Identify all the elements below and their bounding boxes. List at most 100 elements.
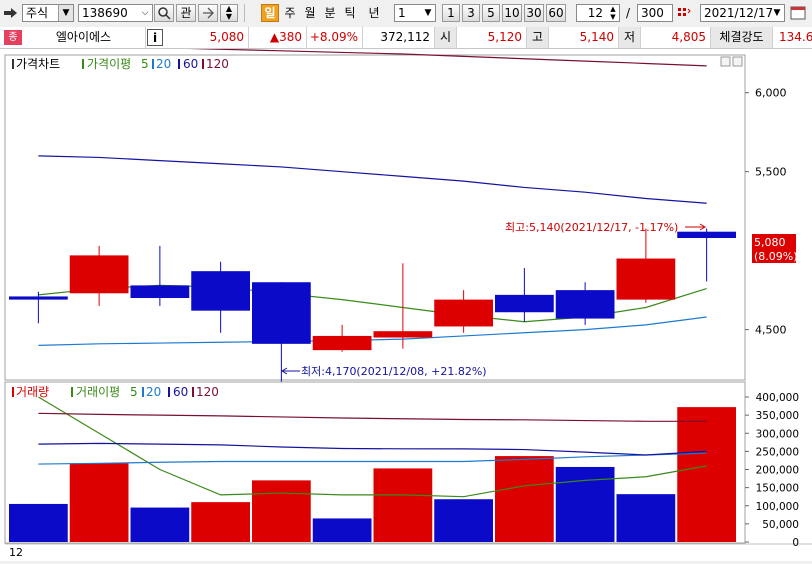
strength-value: 134.6 <box>779 30 812 44</box>
volume-bar <box>555 466 615 542</box>
high-annotation: 최고:5,140(2021/12/17, -1.17%) <box>505 221 706 234</box>
info-button[interactable]: i <box>147 29 163 46</box>
legend-marker <box>12 59 14 69</box>
chevron-down-icon[interactable]: ▼ <box>770 5 784 21</box>
price-axis-ticks: 6,000 5,500 4,500 <box>745 87 787 337</box>
count-input[interactable]: 12 ▲ ▼ <box>576 4 620 22</box>
count-value: 12 <box>587 6 603 20</box>
menu-arrow-icon[interactable] <box>2 4 20 22</box>
grid-settings-icon[interactable] <box>676 4 692 22</box>
price-tick-label: 6,000 <box>755 87 787 100</box>
count-slash: / <box>625 6 631 20</box>
candle-body <box>130 285 190 299</box>
candle-body <box>434 299 493 327</box>
price-tag-value: 5,080 <box>754 236 786 249</box>
strength-label: 체결강도 <box>711 27 773 48</box>
code-value: 138690 <box>82 6 128 20</box>
legend-marker <box>192 387 194 397</box>
price-legend-ma20: 20 <box>156 57 171 71</box>
separator <box>244 4 245 22</box>
link-icon <box>203 7 214 19</box>
low-label: 저 <box>619 27 641 48</box>
candle-body <box>9 296 68 300</box>
period-month-button[interactable]: 월 <box>301 4 319 22</box>
volume-bar <box>9 503 68 542</box>
period-tick-button[interactable]: 틱 <box>341 4 359 22</box>
volume-tick-label: 250,000 <box>756 446 799 458</box>
candle-body <box>252 282 311 344</box>
price-tag-pct: (8.09%) <box>754 250 798 263</box>
interval-value: 1 <box>398 6 406 20</box>
price-volume-chart[interactable]: 6,000 5,500 4,500 400,000 350,000 300,000 250… <box>0 44 812 561</box>
volume-bar <box>312 518 372 542</box>
volume-bar <box>69 463 129 542</box>
price-legend: 가격차트 가격이평 5 20 60 120 <box>12 57 229 71</box>
volume-tick-label: 150,000 <box>756 483 799 495</box>
volume-bar <box>616 494 676 542</box>
legend-marker <box>178 59 180 69</box>
volume-tick-label: 400,000 <box>756 392 799 404</box>
low-annotation: 최저:4,170(2021/12/08, +21.82%) <box>281 365 487 378</box>
volume-bar <box>373 468 433 542</box>
period-day-button[interactable]: 일 <box>261 4 279 22</box>
candle-body <box>616 258 676 300</box>
candle-body <box>69 255 129 294</box>
interval-5-button[interactable]: 5 <box>482 4 500 22</box>
date-input[interactable]: 2021/12/17 ▼ <box>700 4 785 22</box>
stepper-button[interactable]: ▲ ▼ <box>220 4 238 22</box>
price-legend-title: 가격차트 <box>16 57 60 71</box>
candle-body <box>495 294 554 313</box>
volume-bar <box>130 507 190 542</box>
candle-body <box>312 335 372 351</box>
volume-legend-ma20: 20 <box>146 385 161 399</box>
volume-bar <box>495 456 554 542</box>
link-button[interactable] <box>198 4 218 22</box>
interval-3-button[interactable]: 3 <box>462 4 480 22</box>
market-value: 주식 <box>26 6 49 20</box>
period-year-button[interactable]: 년 <box>363 4 385 22</box>
chevron-down-icon[interactable]: ▼ <box>421 5 435 21</box>
high-label: 고 <box>527 27 549 48</box>
legend-marker <box>142 387 144 397</box>
chart-area: 6,000 5,500 4,500 400,000 350,000 300,000 250… <box>0 44 812 561</box>
candle-body <box>191 271 250 311</box>
period-minute-button[interactable]: 분 <box>321 4 339 22</box>
volume-bar <box>252 480 311 542</box>
legend-marker <box>82 59 84 69</box>
open-label: 시 <box>435 27 457 48</box>
interval-1-button[interactable]: 1 <box>442 4 460 22</box>
volume-legend-ma120: 120 <box>196 385 219 399</box>
date-value: 2021/12/17 <box>704 6 774 20</box>
close-icon[interactable] <box>732 56 743 67</box>
code-input[interactable]: 138690 ⌵ <box>78 4 153 22</box>
max-count-input[interactable]: 300 <box>637 4 673 22</box>
interval-60-button[interactable]: 60 <box>546 4 566 22</box>
interval-10-button[interactable]: 10 <box>502 4 522 22</box>
legend-marker <box>71 387 73 397</box>
market-select[interactable]: 주식 ▼ <box>22 4 74 22</box>
candle-body <box>677 231 736 239</box>
quote-bar: 종 엘아이에스 i 5,080 ▲380 +8.09% 372,112 시 5,… <box>0 27 812 49</box>
volume-legend-ma5: 5 <box>130 385 138 399</box>
high-value: 5,140 <box>549 27 619 48</box>
interest-button[interactable]: 관 <box>176 4 196 22</box>
interval-select[interactable]: 1 ▼ <box>394 4 436 22</box>
interval-30-button[interactable]: 30 <box>524 4 544 22</box>
stepper-icon[interactable]: ▲ ▼ <box>607 5 619 21</box>
stock-name: 엘아이에스 <box>22 27 146 48</box>
candle-body <box>373 331 433 338</box>
maximize-icon[interactable] <box>720 56 731 67</box>
chevron-down-icon[interactable]: ▼ <box>58 5 73 21</box>
calendar-icon[interactable] <box>789 4 807 22</box>
search-button[interactable] <box>154 4 174 22</box>
volume-tick-label: 100,000 <box>756 501 799 513</box>
stock-badge: 종 <box>4 30 22 45</box>
chevron-down-icon[interactable]: ⌵ <box>138 5 152 21</box>
change-percent: +8.09% <box>307 27 363 48</box>
legend-marker <box>12 387 14 397</box>
price-legend-ma120: 120 <box>206 57 229 71</box>
price-change: ▲380 <box>249 27 307 48</box>
volume-tick-label: 0 <box>792 537 799 549</box>
legend-marker <box>168 387 170 397</box>
period-week-button[interactable]: 주 <box>281 4 299 22</box>
